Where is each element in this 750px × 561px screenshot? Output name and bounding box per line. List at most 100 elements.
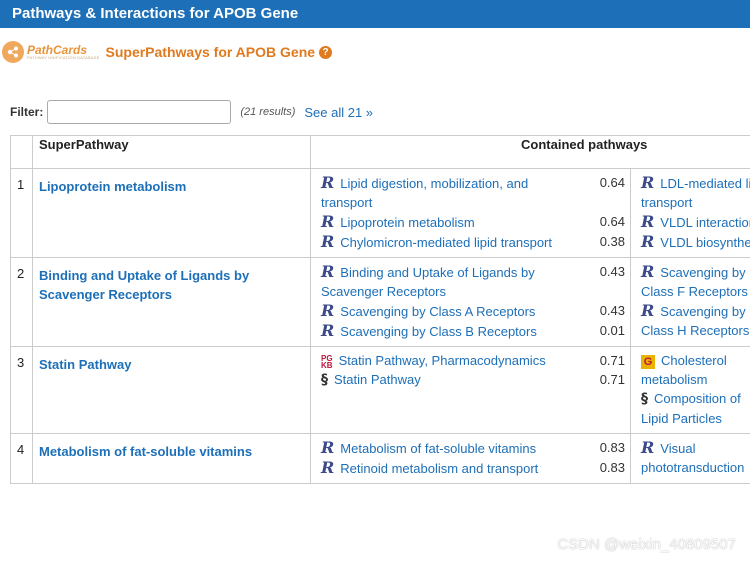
pathways-column-1: R Binding and Uptake of Ligands by Scaven… bbox=[311, 258, 631, 346]
pathway-link[interactable]: Metabolism of fat-soluble vitamins bbox=[340, 441, 536, 456]
pathway-score: 0.83 bbox=[599, 460, 625, 475]
pathway-link[interactable]: Binding and Uptake of Ligands by Scaveng… bbox=[321, 265, 535, 299]
pathway-score: 0.71 bbox=[599, 372, 625, 387]
page-title: Pathways & Interactions for APOB Gene bbox=[12, 5, 299, 22]
superpathway-link[interactable]: Lipoprotein metabolism bbox=[39, 179, 186, 194]
reactome-icon: R bbox=[321, 262, 335, 281]
pathway-link[interactable]: VLDL interaction bbox=[660, 215, 750, 230]
pathway-link[interactable]: LDL-mediated lipid transport bbox=[641, 176, 750, 210]
pathway-item: R Scavenging by Class B Receptors 0.01 bbox=[311, 321, 630, 341]
pathway-item: R Chylomicron-mediated lipid transport 0.3… bbox=[311, 232, 630, 252]
reactome-icon: R bbox=[641, 301, 655, 320]
pathway-score: 0.43 bbox=[599, 303, 625, 318]
pathcards-logo[interactable]: PathCards PATHWAY UNIFICATION DATABASE bbox=[2, 41, 100, 63]
superpathway-link[interactable]: Metabolism of fat-soluble vitamins bbox=[39, 444, 252, 459]
pathway-item: R Binding and Uptake of Ligands by Scaven… bbox=[311, 262, 630, 301]
pathway-score: 0.71 bbox=[599, 353, 625, 368]
results-count: (21 results) bbox=[240, 106, 296, 118]
pathway-link[interactable]: Lipoprotein metabolism bbox=[340, 215, 474, 230]
pathway-item: R Lipoprotein metabolism 0.64 bbox=[311, 212, 630, 232]
pathway-link[interactable]: Scavenging by Class F Receptors bbox=[641, 265, 748, 299]
superpathway-link[interactable]: Binding and Uptake of Ligands by Scaveng… bbox=[39, 268, 249, 302]
reactome-icon: R bbox=[321, 438, 335, 457]
reactome-icon: R bbox=[321, 212, 335, 231]
pathway-link[interactable]: Scavenging by Class B Receptors bbox=[340, 324, 537, 339]
pathway-item: R Retinoid metabolism and transport 0.83 bbox=[311, 458, 630, 478]
page-title-bar: Pathways & Interactions for APOB Gene bbox=[0, 0, 750, 28]
reactome-icon: R bbox=[641, 438, 655, 457]
table-header-row: SuperPathway Contained pathways bbox=[10, 135, 750, 169]
reactome-icon: R bbox=[321, 321, 335, 340]
superpathways-table: SuperPathway Contained pathways 1 Lipopro… bbox=[10, 135, 750, 484]
pathway-item: G Cholesterol metabolism bbox=[641, 351, 750, 389]
pathways-column-2: R Visual phototransduction bbox=[631, 434, 750, 483]
row-number: 2 bbox=[10, 257, 33, 347]
row-number: 1 bbox=[10, 168, 33, 258]
reactome-icon: R bbox=[321, 232, 335, 251]
pathway-item: PG KB Statin Pathway, Pharmacodynamics 0.71 bbox=[311, 351, 630, 370]
row-number: 4 bbox=[10, 433, 33, 484]
question-circle-icon[interactable]: ? bbox=[319, 45, 333, 59]
superpathways-header: PathCards PATHWAY UNIFICATION DATABASE S… bbox=[0, 38, 333, 66]
pathcards-logo-subtitle: PATHWAY UNIFICATION DATABASE bbox=[27, 55, 100, 60]
pathway-item: RLDL-mediated lipid transport bbox=[641, 173, 750, 212]
pathways-column-2: G Cholesterol metabolism § Composition of L… bbox=[631, 347, 750, 433]
pathway-score: 0.64 bbox=[599, 175, 625, 190]
table-row: 4 Metabolism of fat-soluble vitamins R Meta… bbox=[10, 433, 750, 484]
reactome-icon: R bbox=[321, 173, 335, 192]
pathway-item: R Metabolism of fat-soluble vitamins 0.83 bbox=[311, 438, 630, 458]
pathway-item: R VLDL biosynthesis bbox=[641, 232, 750, 252]
pathway-item: R VLDL interaction bbox=[641, 212, 750, 232]
pathway-item: § Statin Pathway 0.71 bbox=[311, 370, 630, 390]
pathway-item: R Scavenging by Class A Receptors 0.43 bbox=[311, 301, 630, 321]
pathway-link[interactable]: Statin Pathway bbox=[334, 372, 421, 387]
superpathways-title[interactable]: SuperPathways for APOB Gene bbox=[106, 44, 316, 60]
filter-input[interactable] bbox=[47, 100, 232, 124]
wikipathways-icon: § bbox=[321, 372, 328, 388]
pathway-link[interactable]: Composition of Lipid Particles bbox=[641, 391, 741, 426]
pathway-link[interactable]: VLDL biosynthesis bbox=[660, 235, 750, 250]
filter-row: Filter: (21 results) See all 21 » bbox=[0, 98, 373, 126]
table-row: 2 Binding and Uptake of Ligands by Scaven… bbox=[10, 257, 750, 347]
pathway-link[interactable]: Visual phototransduction bbox=[641, 441, 744, 475]
reactome-icon: R bbox=[641, 232, 655, 251]
pathway-score: 0.64 bbox=[599, 214, 625, 229]
pathway-item: R Scavenging by Class F Receptors bbox=[641, 262, 750, 301]
pathway-link[interactable]: Chylomicron-mediated lipid transport bbox=[340, 235, 552, 250]
pathways-column-2: RLDL-mediated lipid transportRVLDL inter… bbox=[631, 169, 750, 257]
pathways-column-1: R Lipid digestion, mobilization, and tran… bbox=[311, 169, 631, 257]
watermark: CSDN @weixin_40809507 bbox=[557, 536, 736, 553]
column-header-contained-pathways: Contained pathways bbox=[310, 135, 750, 169]
row-number: 3 bbox=[10, 346, 33, 434]
pathways-column-1: R Metabolism of fat-soluble vitamins 0.83 R… bbox=[311, 434, 631, 483]
see-all-link[interactable]: See all 21 » bbox=[304, 105, 373, 120]
pathway-link[interactable]: Lipid digestion, mobilization, and trans… bbox=[321, 176, 528, 210]
pathways-column-2: R Scavenging by Class F Receptors R Scaveng… bbox=[631, 258, 750, 346]
reactome-icon: R bbox=[321, 458, 335, 477]
pathway-score: 0.38 bbox=[599, 234, 625, 249]
pathway-score: 0.83 bbox=[599, 440, 625, 455]
pathways-column-1: PG KB Statin Pathway, Pharmacodynamics 0.71… bbox=[311, 347, 631, 433]
pathway-link[interactable]: Scavenging by Class A Receptors bbox=[340, 304, 535, 319]
reactome-icon: R bbox=[641, 173, 655, 192]
pathway-item: § Composition of Lipid Particles bbox=[641, 389, 750, 428]
pathway-item: R Visual phototransduction bbox=[641, 438, 750, 477]
pathway-item: R Scavenging by Class H Receptors bbox=[641, 301, 750, 340]
gene-ontology-icon: G bbox=[641, 354, 655, 369]
pathway-item: R Lipid digestion, mobilization, and tran… bbox=[311, 173, 630, 212]
reactome-icon: R bbox=[641, 262, 655, 281]
filter-label: Filter: bbox=[10, 105, 44, 119]
pathway-link[interactable]: Retinoid metabolism and transport bbox=[340, 461, 538, 476]
table-row: 3 Statin Pathway PG KB Statin Pathway, Pharm… bbox=[10, 346, 750, 434]
pathway-link[interactable]: Scavenging by Class H Receptors bbox=[641, 304, 749, 338]
superpathway-link[interactable]: Statin Pathway bbox=[39, 357, 131, 372]
table-row: 1 Lipoprotein metabolism R Lipid digestion,… bbox=[10, 168, 750, 258]
reactome-icon: R bbox=[321, 301, 335, 320]
wikipathways-icon: § bbox=[641, 391, 648, 407]
column-header-superpathway[interactable]: SuperPathway bbox=[32, 135, 311, 169]
pathway-link[interactable]: Statin Pathway, Pharmacodynamics bbox=[339, 353, 546, 368]
reactome-icon: R bbox=[641, 212, 655, 231]
pathcards-logo-icon bbox=[2, 41, 24, 63]
pathway-score: 0.01 bbox=[599, 323, 625, 338]
pathway-score: 0.43 bbox=[599, 264, 625, 279]
